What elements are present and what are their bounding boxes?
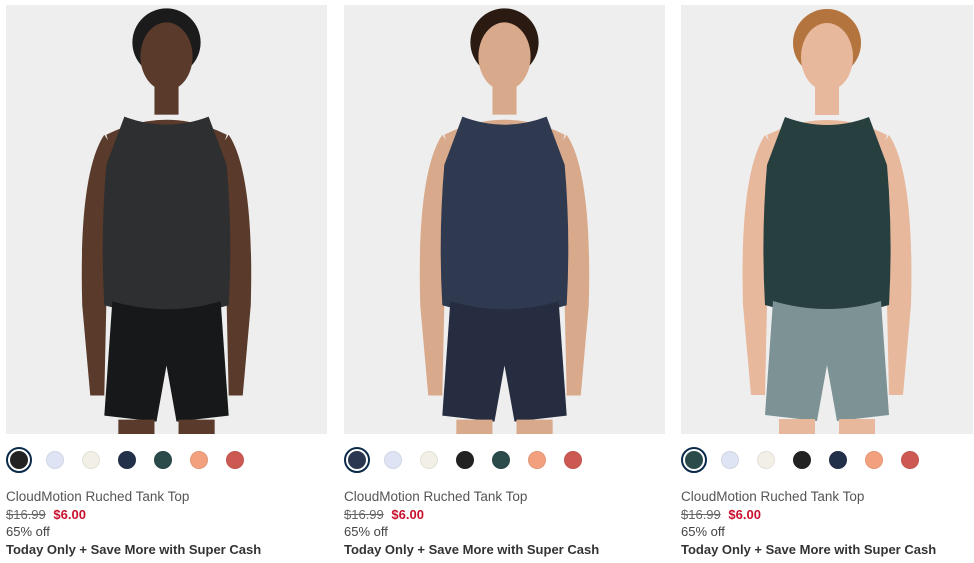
- product-name[interactable]: CloudMotion Ruched Tank Top: [344, 488, 665, 505]
- model-photo: [6, 5, 327, 434]
- discount-label: 65% off: [344, 524, 388, 539]
- sale-price: $6.00: [53, 507, 86, 522]
- price-row: $16.99 $6.00: [681, 506, 973, 523]
- color-swatch[interactable]: [384, 451, 402, 469]
- color-swatch[interactable]: [46, 451, 64, 469]
- promo-label: Today Only + Save More with Super Cash: [344, 542, 600, 557]
- sale-price: $6.00: [391, 507, 424, 522]
- product-card[interactable]: CloudMotion Ruched Tank Top $16.99 $6.00…: [344, 5, 665, 558]
- discount-label: 65% off: [681, 524, 725, 539]
- color-swatch[interactable]: [190, 451, 208, 469]
- color-swatch[interactable]: [82, 451, 100, 469]
- color-swatch[interactable]: [344, 447, 370, 473]
- color-swatch[interactable]: [865, 451, 883, 469]
- color-swatch[interactable]: [757, 451, 775, 469]
- price-row: $16.99 $6.00: [6, 506, 327, 523]
- price-row: $16.99 $6.00: [344, 506, 665, 523]
- model-photo: [681, 5, 973, 434]
- original-price: $16.99: [6, 507, 46, 522]
- color-swatch[interactable]: [901, 451, 919, 469]
- color-swatch[interactable]: [528, 451, 546, 469]
- color-swatch[interactable]: [829, 451, 847, 469]
- promo-label: Today Only + Save More with Super Cash: [6, 542, 262, 557]
- product-card[interactable]: CloudMotion Ruched Tank Top $16.99 $6.00…: [681, 5, 973, 558]
- color-swatch[interactable]: [492, 451, 510, 469]
- product-image[interactable]: [344, 5, 665, 434]
- color-swatch[interactable]: [564, 451, 582, 469]
- model-photo: [344, 5, 665, 434]
- original-price: $16.99: [681, 507, 721, 522]
- color-swatch[interactable]: [420, 451, 438, 469]
- color-swatch[interactable]: [118, 451, 136, 469]
- color-swatch[interactable]: [226, 451, 244, 469]
- product-image[interactable]: [681, 5, 973, 434]
- color-swatch[interactable]: [793, 451, 811, 469]
- color-swatches: [681, 445, 973, 475]
- discount-label: 65% off: [6, 524, 50, 539]
- color-swatch[interactable]: [721, 451, 739, 469]
- color-swatch[interactable]: [6, 447, 32, 473]
- promo-label: Today Only + Save More with Super Cash: [681, 542, 937, 557]
- product-name[interactable]: CloudMotion Ruched Tank Top: [681, 488, 973, 505]
- product-name[interactable]: CloudMotion Ruched Tank Top: [6, 488, 327, 505]
- color-swatch[interactable]: [456, 451, 474, 469]
- color-swatches: [344, 445, 665, 475]
- original-price: $16.99: [344, 507, 384, 522]
- color-swatch[interactable]: [154, 451, 172, 469]
- color-swatches: [6, 445, 327, 475]
- color-swatch[interactable]: [681, 447, 707, 473]
- product-card[interactable]: CloudMotion Ruched Tank Top $16.99 $6.00…: [6, 5, 327, 558]
- product-image[interactable]: [6, 5, 327, 434]
- product-grid: CloudMotion Ruched Tank Top $16.99 $6.00…: [0, 0, 974, 563]
- sale-price: $6.00: [728, 507, 761, 522]
